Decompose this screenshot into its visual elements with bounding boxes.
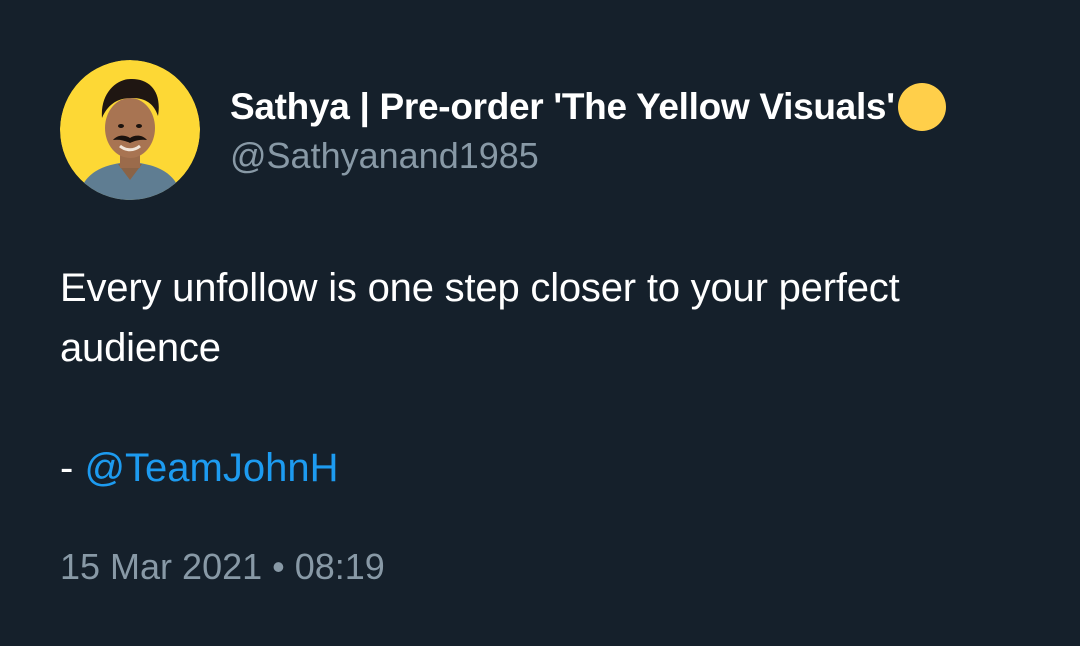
tweet-timestamp[interactable]: 15 Mar 2021 • 08:19 <box>60 545 385 589</box>
yellow-circle-emoji-icon <box>897 82 947 132</box>
avatar-image <box>60 60 200 200</box>
display-name[interactable]: Sathya | Pre-order 'The Yellow Visuals' <box>230 85 895 129</box>
profile-avatar[interactable] <box>60 60 200 200</box>
mention-link[interactable]: @TeamJohnH <box>84 446 338 490</box>
quote-attribution: - @TeamJohnH <box>60 438 338 498</box>
quote-prefix: - <box>60 446 85 490</box>
tweet-card: Sathya | Pre-order 'The Yellow Visuals' … <box>0 0 1080 646</box>
tweet-text-line: Every unfollow is one step closer to you… <box>60 266 900 370</box>
display-name-row[interactable]: Sathya | Pre-order 'The Yellow Visuals' <box>230 82 947 132</box>
tweet-text: Every unfollow is one step closer to you… <box>60 258 1040 378</box>
user-handle[interactable]: @Sathyanand1985 <box>230 134 539 178</box>
